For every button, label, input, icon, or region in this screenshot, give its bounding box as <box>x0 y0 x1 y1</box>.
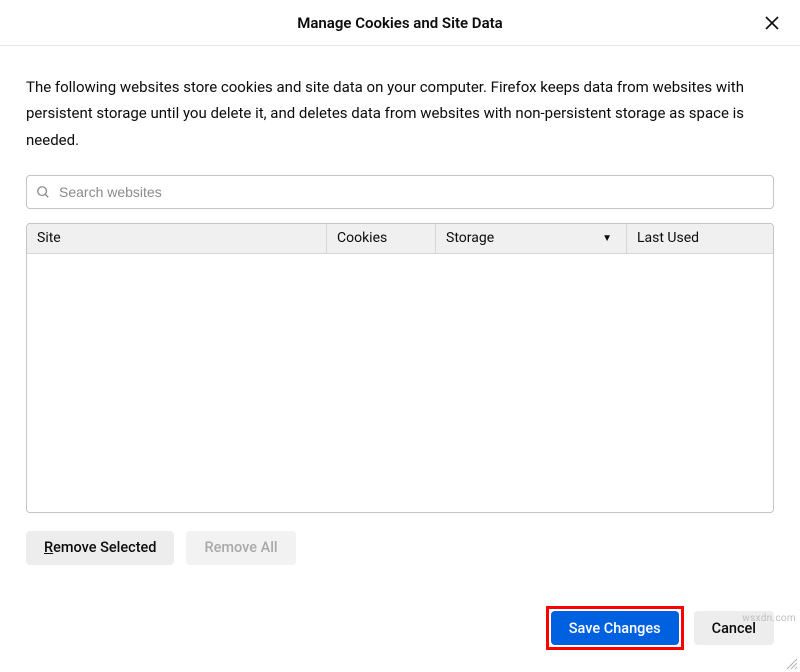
close-icon <box>764 15 780 31</box>
close-button[interactable] <box>760 11 784 35</box>
dialog-body: The following websites store cookies and… <box>0 46 800 565</box>
sort-indicator-icon: ▼ <box>602 233 612 244</box>
search-input[interactable] <box>26 175 774 209</box>
column-header-lastused[interactable]: Last Used <box>627 224 773 253</box>
remove-selected-button[interactable]: Remove Selected <box>26 531 174 565</box>
dialog-header: Manage Cookies and Site Data <box>0 0 800 46</box>
column-header-site[interactable]: Site <box>27 224 327 253</box>
sites-table: Site Cookies Storage ▼ Last Used <box>26 223 774 513</box>
save-changes-button[interactable]: Save Changes <box>551 611 679 645</box>
resize-grip-icon <box>784 656 798 670</box>
table-body[interactable] <box>27 254 773 512</box>
dialog-footer: Save Changes Cancel <box>546 606 774 650</box>
column-label-lastused: Last Used <box>637 230 699 246</box>
column-header-cookies[interactable]: Cookies <box>327 224 436 253</box>
dialog-description: The following websites store cookies and… <box>26 74 774 153</box>
column-label-cookies: Cookies <box>337 230 387 246</box>
column-label-storage: Storage <box>446 230 494 246</box>
table-header-row: Site Cookies Storage ▼ Last Used <box>27 224 773 254</box>
watermark-text: wsxdn.com <box>742 613 796 624</box>
remove-selected-label: Remove Selected <box>44 539 156 556</box>
dialog-title: Manage Cookies and Site Data <box>297 14 502 32</box>
column-header-storage[interactable]: Storage ▼ <box>436 224 627 253</box>
save-highlight-box: Save Changes <box>546 606 684 650</box>
remove-buttons-row: Remove Selected Remove All <box>26 531 774 565</box>
search-container <box>26 175 774 209</box>
remove-all-label: Remove All <box>204 539 277 556</box>
save-changes-label: Save Changes <box>569 620 661 637</box>
remove-all-button[interactable]: Remove All <box>186 531 295 565</box>
column-label-site: Site <box>37 230 61 246</box>
